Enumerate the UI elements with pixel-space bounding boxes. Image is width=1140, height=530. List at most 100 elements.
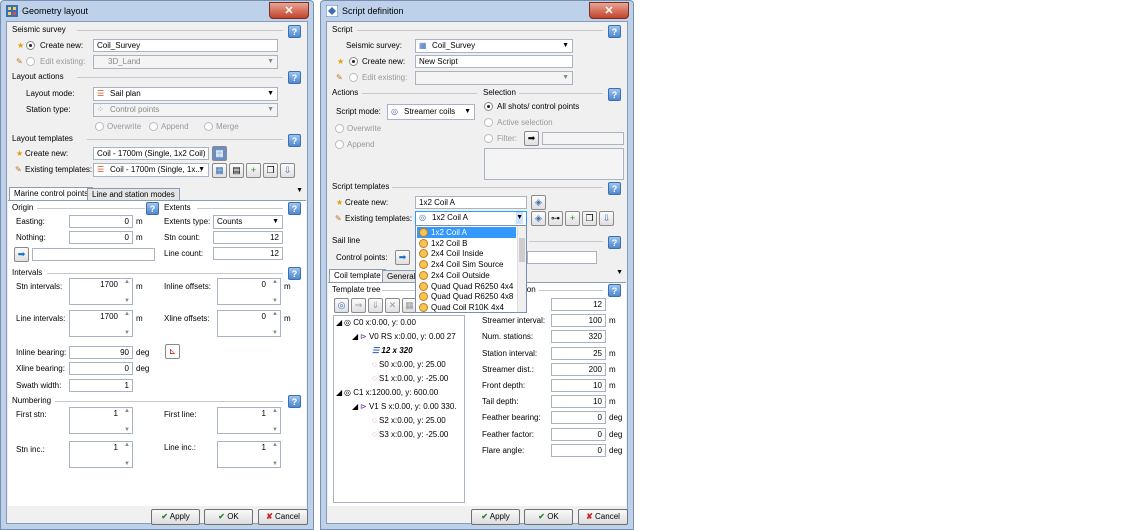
ok-button[interactable]: ✔ OK xyxy=(204,509,253,525)
property-value-input[interactable]: 200 xyxy=(551,362,606,376)
edit-existing-radio[interactable] xyxy=(26,57,35,66)
swath-width-input[interactable]: 1 xyxy=(69,379,133,392)
spin-up-icon[interactable]: ▲ xyxy=(124,279,130,285)
property-value-input[interactable]: 0 xyxy=(551,427,606,441)
save-template-button[interactable]: ◈ xyxy=(531,195,546,210)
spin-down-icon[interactable]: ▼ xyxy=(272,427,278,433)
dropdown-item[interactable]: 1x2 Coil A xyxy=(417,227,516,238)
spin-up-icon[interactable]: ▲ xyxy=(272,311,278,317)
ok-button[interactable]: ✔ OK xyxy=(524,509,573,525)
spin-down-icon[interactable]: ▼ xyxy=(272,298,278,304)
help-icon[interactable]: ? xyxy=(288,134,301,147)
line-inc-spinner[interactable]: 1 ▲ ▼ xyxy=(217,441,281,468)
first-stn-spinner[interactable]: 1 ▲ ▼ xyxy=(69,407,133,434)
property-value-input[interactable]: 320 xyxy=(551,330,606,344)
close-button[interactable]: ✕ xyxy=(269,2,309,19)
cancel-button[interactable]: ✘ Cancel xyxy=(258,509,308,525)
coil-add-icon[interactable]: ◎ xyxy=(334,298,349,313)
chevron-down-icon[interactable]: ▼ xyxy=(616,269,623,276)
add-template-button[interactable]: + xyxy=(246,163,261,178)
tree-node-s1[interactable]: ◌ S1 x:0.00, y: -25.00 xyxy=(372,374,448,383)
spin-down-icon[interactable]: ▼ xyxy=(272,330,278,336)
existing-templates-dropdown-list[interactable]: 1x2 Coil A 1x2 Coil B 2x4 Coil Inside 2x4 C… xyxy=(415,225,527,313)
help-icon[interactable]: ? xyxy=(288,395,301,408)
property-value-input[interactable]: 25 xyxy=(551,346,606,360)
spin-down-icon[interactable]: ▼ xyxy=(124,298,130,304)
spin-up-icon[interactable]: ▲ xyxy=(124,311,130,317)
filter-radio[interactable] xyxy=(484,134,493,143)
help-icon[interactable]: ? xyxy=(288,267,301,280)
help-icon[interactable]: ? xyxy=(288,71,301,84)
dropdown-item[interactable]: 1x2 Coil B xyxy=(417,238,516,249)
spin-up-icon[interactable]: ▲ xyxy=(272,408,278,414)
dropdown-item[interactable]: 2x4 Coil Outside xyxy=(417,270,516,281)
property-value-input[interactable]: 0 xyxy=(551,411,606,425)
dropdown-item[interactable]: 2x4 Coil Sim Source xyxy=(417,259,516,270)
tree-node-c1[interactable]: ◎ C1 x:1200.00, y: 600.00 xyxy=(344,388,438,397)
origin-point-input[interactable] xyxy=(32,248,155,261)
append-radio[interactable] xyxy=(335,140,344,149)
inline-bearing-input[interactable]: 90 xyxy=(69,346,133,359)
collapse-icon[interactable]: ◢ xyxy=(336,318,342,327)
tab-marine-control-points[interactable]: Marine control points xyxy=(9,187,94,201)
property-value-input[interactable]: 10 xyxy=(551,379,606,392)
xline-offsets-spinner[interactable]: 0 ▲ ▼ xyxy=(217,310,281,337)
line-intervals-spinner[interactable]: 1700 ▲ ▼ xyxy=(69,310,133,337)
close-button[interactable]: ✕ xyxy=(589,2,629,19)
existing-templates-select[interactable]: ◎ 1x2 Coil A ▼ xyxy=(415,211,527,226)
collapse-icon[interactable]: ◢ xyxy=(352,402,358,411)
export-template-button[interactable]: ⇩ xyxy=(599,211,614,226)
extents-type-select[interactable]: Counts ▼ xyxy=(213,215,283,229)
cancel-button[interactable]: ✘ Cancel xyxy=(578,509,628,525)
help-icon[interactable]: ? xyxy=(288,25,301,38)
arrow-right-button[interactable]: ➡ xyxy=(524,131,539,146)
create-new-input[interactable]: New Script xyxy=(415,55,573,68)
append-radio[interactable] xyxy=(149,122,158,131)
first-line-spinner[interactable]: 1 ▲ ▼ xyxy=(217,407,281,434)
edit-existing-select[interactable]: ▼ xyxy=(415,71,573,85)
xline-bearing-input[interactable]: 0 xyxy=(69,362,133,375)
spin-up-icon[interactable]: ▲ xyxy=(124,408,130,414)
export-template-button[interactable]: ⇩ xyxy=(280,163,295,178)
help-icon[interactable]: ? xyxy=(288,202,301,215)
overwrite-radio[interactable] xyxy=(335,124,344,133)
edit-existing-select[interactable]: 3D_Land ▼ xyxy=(93,55,278,69)
tab-coil-template[interactable]: Coil template xyxy=(329,269,386,283)
seismic-survey-select[interactable]: ▦ Coil_Survey ▼ xyxy=(415,39,573,53)
spin-up-icon[interactable]: ▲ xyxy=(124,442,130,448)
collapse-icon[interactable]: ◢ xyxy=(352,332,358,341)
tree-node-grid[interactable]: ☰ 12 x 320 xyxy=(372,346,413,355)
apply-button[interactable]: ✔ Apply xyxy=(471,509,520,525)
scrollbar-thumb[interactable] xyxy=(519,238,525,262)
property-value-input[interactable]: 10 xyxy=(551,395,606,409)
existing-templates-select[interactable]: ☰ Coil - 1700m (Single, 1x... ▼ xyxy=(93,163,209,177)
filter-input[interactable] xyxy=(542,132,624,145)
spin-up-icon[interactable]: ▲ xyxy=(272,279,278,285)
all-shots-radio[interactable] xyxy=(484,102,493,111)
create-new-radio[interactable] xyxy=(26,41,35,50)
spin-down-icon[interactable]: ▼ xyxy=(124,427,130,433)
inline-offsets-spinner[interactable]: 0 ▲ ▼ xyxy=(217,278,281,305)
spin-down-icon[interactable]: ▼ xyxy=(124,330,130,336)
coil-tool-button[interactable]: ◈ xyxy=(531,211,546,226)
control-points-input[interactable] xyxy=(527,251,597,264)
help-icon[interactable]: ? xyxy=(608,284,621,297)
bearing-tool-icon[interactable]: ⊾ xyxy=(165,344,180,359)
template-create-new-input[interactable]: 1x2 Coil A xyxy=(415,196,527,209)
stn-intervals-spinner[interactable]: 1700 ▲ ▼ xyxy=(69,278,133,305)
copy-template-button[interactable]: ❐ xyxy=(582,211,597,226)
filter-expression-area[interactable] xyxy=(484,148,624,180)
station-type-select[interactable]: ⁘ Control points ▼ xyxy=(93,103,278,117)
easting-input[interactable]: 0 xyxy=(69,215,133,228)
help-icon[interactable]: ? xyxy=(146,202,159,215)
active-selection-radio[interactable] xyxy=(484,118,493,127)
merge-radio[interactable] xyxy=(204,122,213,131)
tree-node-s2[interactable]: ◌ S2 x:0.00, y: 25.00 xyxy=(372,416,446,425)
help-icon[interactable]: ? xyxy=(608,182,621,195)
dropdown-scrollbar[interactable] xyxy=(517,226,526,312)
dropdown-item[interactable]: Quad Coil R10K 4x4 xyxy=(417,302,516,313)
tree-node-v1[interactable]: ⊳ V1 S x:0.00, y: 0.00 330. xyxy=(360,402,457,411)
link-tool-button[interactable]: ⊶ xyxy=(548,211,563,226)
stn-count-input[interactable]: 12 xyxy=(213,231,283,244)
help-icon[interactable]: ? xyxy=(608,25,621,38)
